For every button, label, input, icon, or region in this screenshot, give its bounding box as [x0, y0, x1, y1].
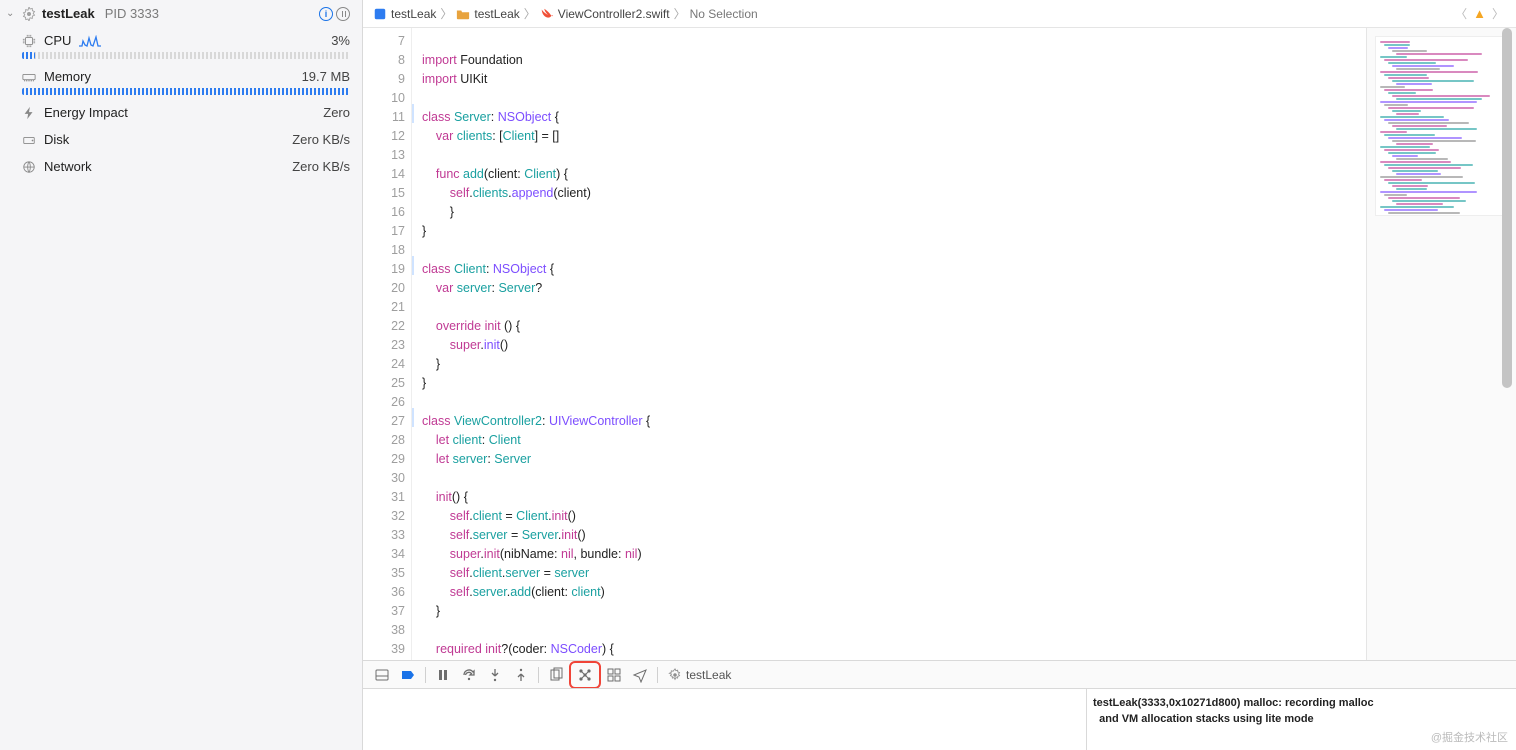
process-icon — [668, 668, 682, 682]
process-selector-label: testLeak — [686, 668, 731, 682]
console-output[interactable]: testLeak(3333,0x10271d800) malloc: recor… — [1086, 689, 1516, 750]
info-badge-icon[interactable]: i — [319, 7, 333, 21]
cpu-sparkline-icon — [79, 35, 101, 47]
variables-view[interactable] — [363, 689, 1086, 750]
disk-metric-row[interactable]: Disk Zero KB/s — [0, 126, 362, 153]
chevron-right-icon: 〉 — [674, 5, 686, 22]
energy-metric-row[interactable]: Energy Impact Zero — [0, 99, 362, 126]
memory-label: Memory — [44, 69, 91, 84]
console-area: testLeak(3333,0x10271d800) malloc: recor… — [363, 688, 1516, 750]
network-icon — [22, 160, 36, 174]
cpu-bar — [22, 52, 350, 59]
energy-value: Zero — [323, 105, 350, 120]
network-value: Zero KB/s — [292, 159, 350, 174]
code-editor[interactable]: import Foundationimport UIKit class Serv… — [411, 28, 1366, 660]
project-icon — [373, 7, 387, 21]
cpu-metric-row[interactable]: CPU 3% — [0, 27, 362, 54]
path-seg-0[interactable]: testLeak — [391, 7, 436, 21]
debug-bar: testLeak — [363, 660, 1516, 688]
process-name: testLeak — [42, 6, 95, 21]
disclosure-chevron-icon[interactable]: ⌄ — [6, 8, 16, 19]
editor-area: testLeak 〉 testLeak 〉 ViewController2.sw… — [363, 0, 1516, 750]
cpu-icon — [22, 34, 36, 48]
console-line-2: and VM allocation stacks using lite mode — [1093, 713, 1314, 725]
console-line-1: testLeak(3333,0x10271d800) malloc: recor… — [1093, 697, 1374, 709]
cpu-value: 3% — [331, 33, 350, 48]
scrollbar[interactable] — [1500, 28, 1514, 660]
memory-icon — [22, 70, 36, 84]
chevron-right-icon: 〉 — [440, 5, 452, 22]
view-debugger-button[interactable] — [543, 664, 569, 686]
scrollbar-thumb[interactable] — [1502, 28, 1512, 388]
network-label: Network — [44, 159, 92, 174]
line-gutter[interactable]: 7891011121314151617181920212223242526272… — [363, 28, 411, 660]
chevron-right-icon: 〉 — [524, 5, 536, 22]
jump-bar[interactable]: testLeak 〉 testLeak 〉 ViewController2.sw… — [363, 0, 1516, 28]
disk-label: Disk — [44, 132, 69, 147]
path-seg-3[interactable]: No Selection — [690, 7, 758, 21]
energy-label: Energy Impact — [44, 105, 128, 120]
memory-value: 19.7 MB — [302, 69, 350, 84]
nav-forward-icon[interactable]: 〉 — [1490, 5, 1506, 22]
path-seg-2[interactable]: ViewController2.swift — [558, 7, 670, 21]
watermark: @掘金技术社区 — [1431, 731, 1508, 746]
location-button[interactable] — [627, 664, 653, 686]
process-icon — [22, 7, 36, 21]
memory-graph-button-highlighted[interactable] — [569, 661, 601, 689]
path-seg-1[interactable]: testLeak — [474, 7, 519, 21]
swift-file-icon — [540, 7, 554, 21]
disk-icon — [22, 133, 36, 147]
pause-continue-button[interactable] — [430, 664, 456, 686]
network-metric-row[interactable]: Network Zero KB/s — [0, 153, 362, 180]
minimap[interactable] — [1366, 28, 1516, 660]
pause-mini-icon[interactable] — [336, 7, 350, 21]
energy-icon — [22, 106, 36, 120]
disk-value: Zero KB/s — [292, 132, 350, 147]
hide-debug-area-button[interactable] — [369, 664, 395, 686]
process-pid: PID 3333 — [105, 6, 159, 21]
step-out-button[interactable] — [508, 664, 534, 686]
step-over-button[interactable] — [456, 664, 482, 686]
breakpoints-toggle-button[interactable] — [395, 664, 421, 686]
separator — [657, 667, 658, 683]
step-into-button[interactable] — [482, 664, 508, 686]
cpu-label: CPU — [44, 33, 71, 48]
folder-icon — [456, 7, 470, 21]
debug-navigator-sidebar: ⌄ testLeak PID 3333 i CPU 3% — [0, 0, 363, 750]
separator — [538, 667, 539, 683]
nav-back-icon[interactable]: 〈 — [1453, 5, 1469, 22]
environment-overrides-button[interactable] — [601, 664, 627, 686]
separator — [425, 667, 426, 683]
memory-metric-row[interactable]: Memory 19.7 MB — [0, 63, 362, 90]
process-selector[interactable]: testLeak — [662, 668, 737, 682]
memory-bar — [22, 88, 350, 95]
warning-icon[interactable]: ▲ — [1473, 6, 1486, 21]
process-row[interactable]: ⌄ testLeak PID 3333 i — [0, 0, 362, 27]
memory-graph-icon — [572, 664, 598, 686]
